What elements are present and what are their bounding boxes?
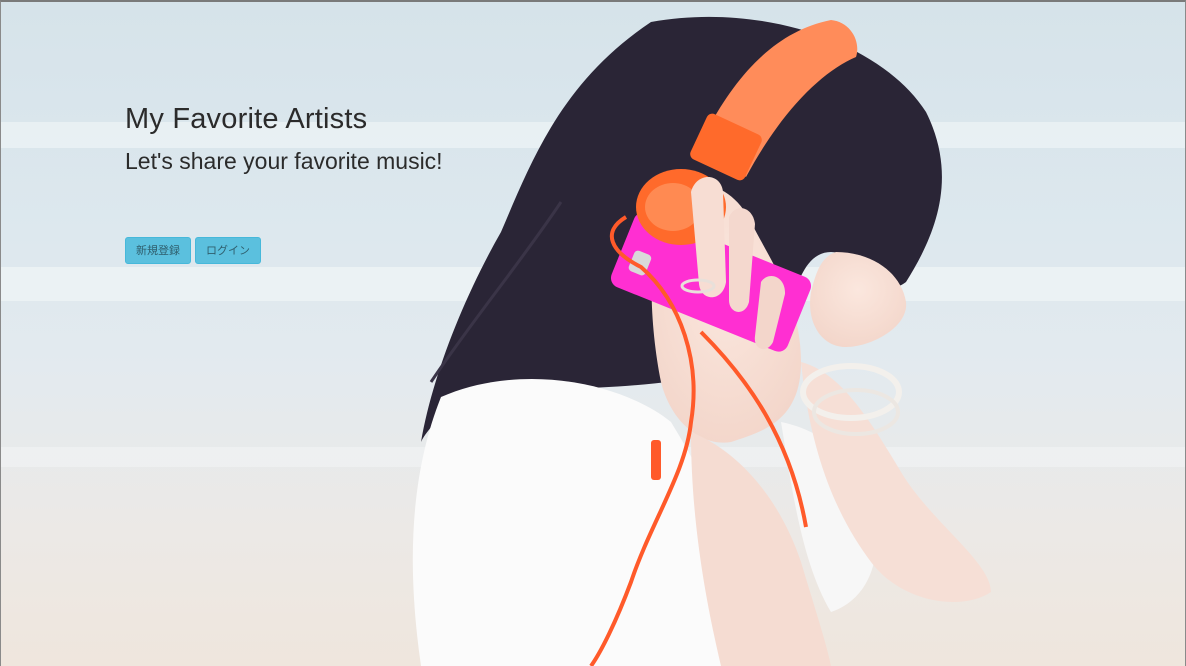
login-button[interactable]: ログイン	[195, 237, 261, 264]
signup-button[interactable]: 新規登録	[125, 237, 191, 264]
page-subtitle: Let's share your favorite music!	[125, 148, 443, 174]
browser-window: My Favorite Artists Let's share your fav…	[0, 0, 1186, 666]
hero-text: My Favorite Artists Let's share your fav…	[125, 100, 443, 176]
page-title: My Favorite Artists	[125, 103, 368, 135]
auth-actions: 新規登録 ログイン	[125, 237, 261, 264]
